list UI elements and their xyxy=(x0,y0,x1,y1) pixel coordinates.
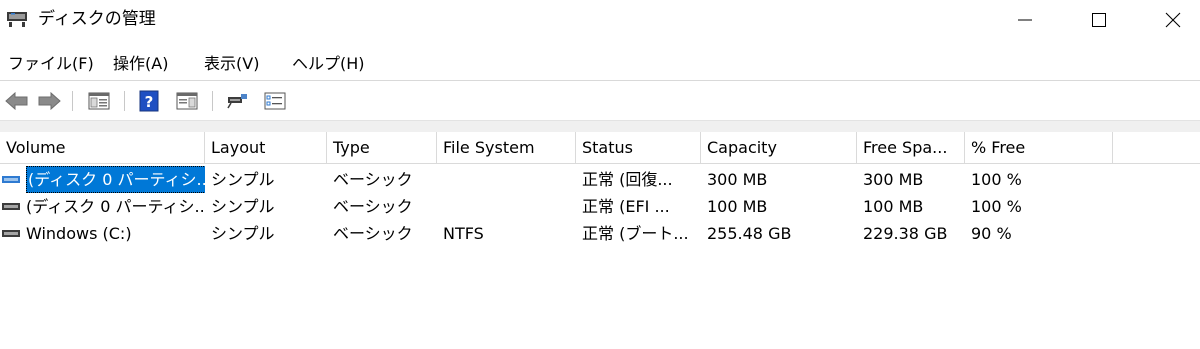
percent-free-cell: 90 % xyxy=(971,224,1012,243)
forward-arrow-icon xyxy=(38,92,61,110)
console-tree-button[interactable] xyxy=(86,90,112,112)
file-system-cell xyxy=(437,166,576,193)
column-header-empty xyxy=(1113,132,1200,164)
properties-button[interactable] xyxy=(262,90,288,112)
volume-disk-icon xyxy=(2,203,20,210)
toolbar-separator xyxy=(72,91,73,111)
maximize-icon xyxy=(1092,13,1106,27)
menu-file[interactable]: ファイル(F) xyxy=(8,52,94,76)
column-header-volume[interactable]: Volume xyxy=(0,132,205,164)
status-cell: 正常 (回復... xyxy=(582,170,673,189)
file-system-cell xyxy=(437,193,576,220)
disk-management-icon xyxy=(7,12,27,27)
status-cell: 正常 (EFI ... xyxy=(582,197,670,216)
volume-cell: Windows (C:) xyxy=(0,220,205,247)
layout-cell: シンプル xyxy=(211,170,275,189)
column-header-status[interactable]: Status xyxy=(576,132,701,164)
layout-cell: シンプル xyxy=(211,197,275,216)
connect-icon xyxy=(227,94,247,109)
menu-help[interactable]: ヘルプ(H) xyxy=(292,52,365,76)
show-hide-action-pane-icon xyxy=(176,92,198,110)
help-icon: ? xyxy=(139,90,159,112)
svg-text:?: ? xyxy=(145,93,154,111)
forward-button[interactable] xyxy=(36,90,62,112)
back-button[interactable] xyxy=(4,90,30,112)
menu-view[interactable]: 表示(V) xyxy=(204,52,259,76)
table-row[interactable]: (ディスク 0 パーティシ... シンプル ベーシック 正常 (EFI ... … xyxy=(0,193,1200,220)
file-system-cell: NTFS xyxy=(443,224,484,243)
volume-name: Windows (C:) xyxy=(26,224,132,243)
column-header-free-space[interactable]: Free Spa... xyxy=(857,132,965,164)
volume-name: (ディスク 0 パーティシ... xyxy=(26,197,205,216)
type-cell: ベーシック xyxy=(333,170,413,189)
table-row[interactable]: Windows (C:) シンプル ベーシック NTFS 正常 (ブート... … xyxy=(0,220,1200,247)
capacity-cell: 100 MB xyxy=(707,197,768,216)
capacity-cell: 255.48 GB xyxy=(707,224,792,243)
title-bar: ディスクの管理 xyxy=(0,0,1200,40)
show-hide-console-tree-icon xyxy=(88,92,110,110)
column-header-file-system[interactable]: File System xyxy=(437,132,576,164)
volume-disk-icon xyxy=(2,176,20,183)
toolbar-separator xyxy=(212,91,213,111)
menu-action[interactable]: 操作(A) xyxy=(113,52,168,76)
column-header-percent-free[interactable]: % Free xyxy=(965,132,1113,164)
capacity-cell: 300 MB xyxy=(707,170,768,189)
help-button[interactable]: ? xyxy=(136,90,162,112)
menu-bar: ファイル(F) 操作(A) 表示(V) ヘルプ(H) xyxy=(0,48,1200,80)
column-header-capacity[interactable]: Capacity xyxy=(701,132,857,164)
minimize-button[interactable] xyxy=(988,0,1062,40)
percent-free-cell: 100 % xyxy=(971,197,1022,216)
toolbar-separator xyxy=(124,91,125,111)
window-title: ディスクの管理 xyxy=(38,9,156,29)
volume-disk-icon xyxy=(2,230,20,237)
connect-button[interactable] xyxy=(224,90,250,112)
close-icon xyxy=(1165,12,1181,28)
free-space-cell: 300 MB xyxy=(863,170,924,189)
maximize-button[interactable] xyxy=(1062,0,1136,40)
type-cell: ベーシック xyxy=(333,224,413,243)
volume-name: (ディスク 0 パーティシ... xyxy=(26,166,205,193)
properties-icon xyxy=(264,92,286,110)
free-space-cell: 100 MB xyxy=(863,197,924,216)
percent-free-cell: 100 % xyxy=(971,170,1022,189)
volume-cell: (ディスク 0 パーティシ... xyxy=(0,166,205,193)
close-button[interactable] xyxy=(1136,0,1200,40)
type-cell: ベーシック xyxy=(333,197,413,216)
action-pane-button[interactable] xyxy=(174,90,200,112)
toolbar: ? xyxy=(0,84,1200,118)
column-header-type[interactable]: Type xyxy=(327,132,437,164)
back-arrow-icon xyxy=(5,92,28,110)
column-header-layout[interactable]: Layout xyxy=(205,132,327,164)
volume-list-header: Volume Layout Type File System Status Ca… xyxy=(0,132,1200,164)
minimize-icon xyxy=(1018,19,1032,21)
volume-cell: (ディスク 0 パーティシ... xyxy=(0,193,205,220)
layout-cell: シンプル xyxy=(211,224,275,243)
table-row[interactable]: (ディスク 0 パーティシ... シンプル ベーシック 正常 (回復... 30… xyxy=(0,166,1200,193)
toolbar-bottom-band xyxy=(0,120,1200,132)
menu-divider xyxy=(0,80,1200,81)
status-cell: 正常 (ブート... xyxy=(582,224,689,243)
free-space-cell: 229.38 GB xyxy=(863,224,948,243)
